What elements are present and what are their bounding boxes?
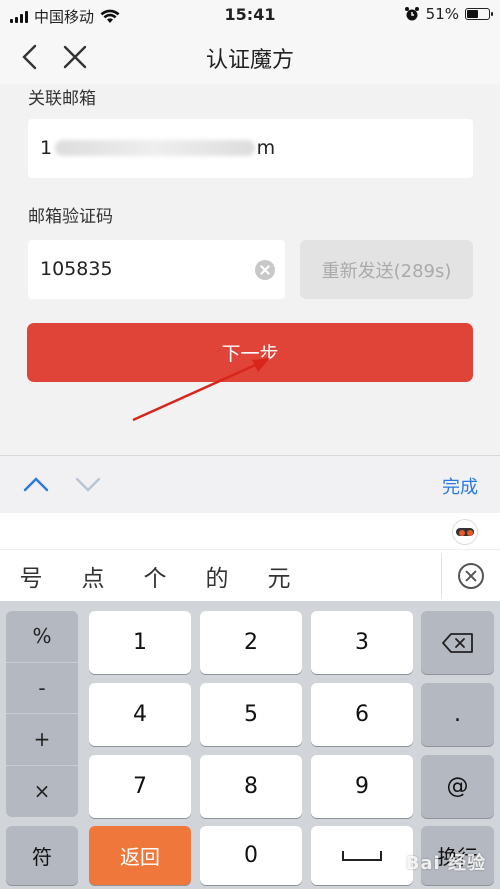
- candidate-word[interactable]: 号: [0, 559, 62, 593]
- key-1[interactable]: 1: [89, 611, 191, 674]
- resend-button[interactable]: 重新发送(289s): [300, 240, 473, 299]
- close-candidates-icon[interactable]: [458, 563, 484, 589]
- candidate-word[interactable]: 点: [62, 559, 124, 593]
- nav-bar: 认证魔方: [0, 30, 500, 84]
- delete-key[interactable]: [421, 611, 494, 674]
- key-5[interactable]: 5: [200, 683, 302, 746]
- key-at[interactable]: @: [421, 755, 494, 818]
- ime-bar: [0, 513, 500, 549]
- key-7[interactable]: 7: [89, 755, 191, 818]
- page-title: 认证魔方: [205, 48, 294, 73]
- symbol-switch-key[interactable]: 符: [6, 826, 78, 885]
- verification-code-label: 邮箱验证码: [28, 207, 113, 227]
- symbol-key-minus[interactable]: -: [6, 663, 78, 714]
- space-icon: [342, 850, 382, 861]
- verification-code-input[interactable]: 105835: [28, 240, 285, 299]
- candidate-word[interactable]: 的: [186, 559, 248, 593]
- email-value: 1 m: [40, 137, 276, 159]
- key-dot[interactable]: .: [421, 683, 494, 746]
- battery-percent: 51%: [425, 5, 459, 23]
- status-bar: 中国移动 15:41 51%: [0, 0, 500, 30]
- key-9[interactable]: 9: [311, 755, 413, 818]
- ime-logo-icon[interactable]: [452, 519, 478, 545]
- done-button[interactable]: 完成: [442, 473, 478, 499]
- key-0[interactable]: 0: [200, 826, 302, 885]
- return-key[interactable]: 返回: [89, 826, 191, 885]
- email-suffix: m: [256, 137, 276, 159]
- verification-code-value: 105835: [40, 258, 113, 280]
- alarm-icon: [404, 7, 419, 21]
- status-right: 51%: [404, 5, 493, 23]
- email-redaction-mask: [54, 140, 255, 156]
- watermark: Bai 经验: [405, 853, 486, 874]
- space-key[interactable]: [311, 826, 413, 885]
- key-8[interactable]: 8: [200, 755, 302, 818]
- key-6[interactable]: 6: [311, 683, 413, 746]
- key-3[interactable]: 3: [311, 611, 413, 674]
- symbol-key-percent[interactable]: %: [6, 611, 78, 663]
- candidate-word[interactable]: 元: [248, 559, 310, 593]
- candidate-bar: 号 点 个 的 元: [0, 549, 500, 601]
- symbol-key-plus[interactable]: +: [6, 714, 78, 766]
- email-prefix: 1: [40, 137, 53, 159]
- candidate-word[interactable]: 个: [124, 559, 186, 593]
- chevron-down-icon[interactable]: [74, 472, 102, 496]
- email-field[interactable]: 1 m: [28, 119, 473, 178]
- next-step-button[interactable]: 下一步: [27, 323, 473, 382]
- key-2[interactable]: 2: [200, 611, 302, 674]
- email-label: 关联邮箱: [28, 89, 96, 109]
- candidate-list: 号 点 个 的 元: [0, 550, 310, 602]
- battery-icon: [465, 8, 493, 20]
- symbol-key-multiply[interactable]: ×: [6, 766, 78, 818]
- battery-fill: [467, 10, 478, 18]
- symbol-column: % - + ×: [6, 611, 78, 817]
- backspace-icon: [441, 632, 473, 653]
- candidate-divider: [441, 554, 442, 598]
- clear-input-icon[interactable]: [255, 260, 275, 280]
- key-4[interactable]: 4: [89, 683, 191, 746]
- keyboard-toolbar: 完成: [0, 455, 500, 513]
- chevron-up-icon[interactable]: [22, 472, 50, 496]
- numeric-keypad: % - + × 1 2 3 4 5 6 . 7 8 9 @ 符 返回 0 换行 …: [0, 601, 500, 889]
